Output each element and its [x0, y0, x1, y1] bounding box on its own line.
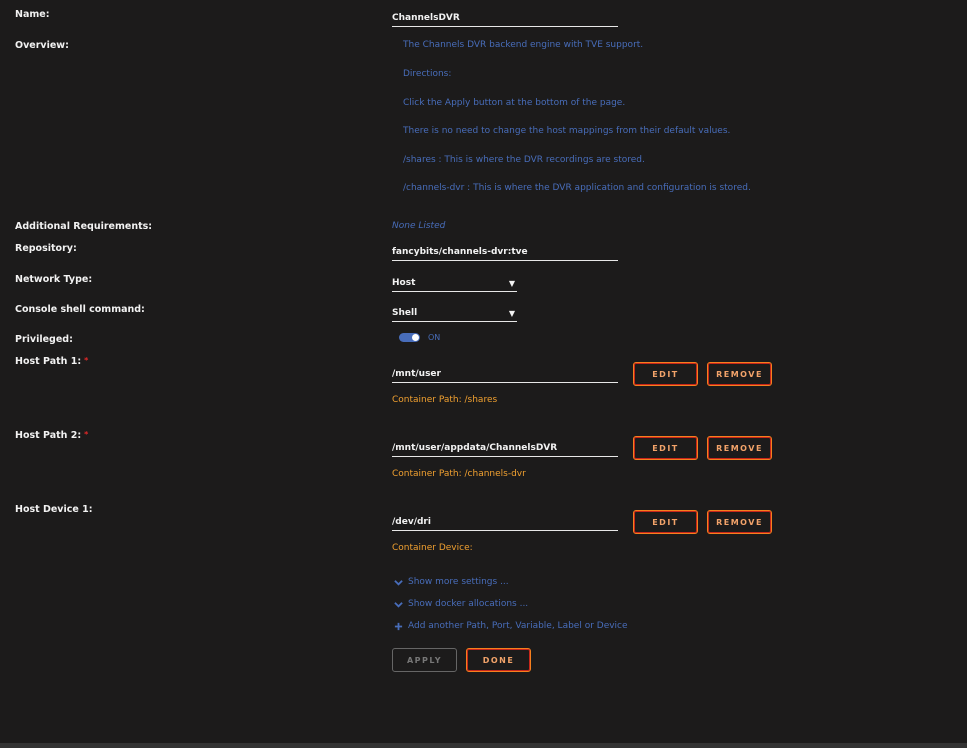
host-path-1-label-text: Host Path 1: [15, 356, 82, 367]
toggle-knob [412, 334, 419, 341]
network-type-value: Host [392, 278, 416, 288]
repository-input[interactable]: fancybits/channels-dvr:tve [392, 244, 618, 261]
overview-line: /channels-dvr : This is where the DVR ap… [403, 183, 751, 193]
host-path-2-label-text: Host Path 2: [15, 430, 82, 441]
network-type-label: Network Type: [15, 274, 93, 285]
additional-requirements-label: Additional Requirements: [15, 221, 153, 232]
chevron-down-icon [394, 579, 403, 586]
required-marker: * [84, 430, 89, 439]
chevron-down-icon [394, 601, 403, 608]
show-more-settings-label: Show more settings ... [408, 577, 509, 587]
host-device-1-container: Container Device: [392, 543, 473, 553]
host-path-1-label: Host Path 1: * [15, 356, 88, 367]
console-shell-label: Console shell command: [15, 304, 145, 315]
host-path-1-remove-button[interactable]: REMOVE [707, 362, 772, 386]
apply-button[interactable]: APPLY [392, 648, 457, 672]
privileged-state: ON [428, 333, 441, 342]
bottom-bar [0, 743, 967, 748]
add-another-label: Add another Path, Port, Variable, Label … [408, 621, 628, 631]
host-path-2-edit-button[interactable]: EDIT [633, 436, 698, 460]
overview-line: Directions: [403, 69, 452, 79]
show-more-settings-link[interactable]: Show more settings ... [394, 577, 509, 587]
host-path-1-input[interactable]: /mnt/user [392, 366, 618, 383]
host-path-2-container: Container Path: /channels-dvr [392, 469, 526, 479]
overview-line: /shares : This is where the DVR recordin… [403, 155, 645, 165]
name-input[interactable]: ChannelsDVR [392, 10, 618, 27]
dropdown-caret-icon: ▼ [508, 309, 515, 318]
overview-line: The Channels DVR backend engine with TVE… [403, 40, 644, 50]
host-path-2-label: Host Path 2: * [15, 430, 88, 441]
required-marker: * [84, 356, 89, 365]
name-label: Name: [15, 9, 50, 20]
additional-requirements-value: None Listed [392, 221, 446, 231]
console-shell-select[interactable]: Shell ▼ [392, 305, 517, 322]
dropdown-caret-icon: ▼ [508, 279, 515, 288]
overview-label: Overview: [15, 40, 69, 51]
plus-icon [394, 622, 403, 630]
host-path-1-container: Container Path: /shares [392, 395, 498, 405]
done-button[interactable]: DONE [466, 648, 531, 672]
repository-label: Repository: [15, 243, 77, 254]
overview-line: There is no need to change the host mapp… [403, 126, 731, 136]
host-device-1-remove-button[interactable]: REMOVE [707, 510, 772, 534]
host-device-1-edit-button[interactable]: EDIT [633, 510, 698, 534]
show-docker-allocations-label: Show docker allocations ... [408, 599, 529, 609]
host-path-2-input[interactable]: /mnt/user/appdata/ChannelsDVR [392, 440, 618, 457]
host-path-2-remove-button[interactable]: REMOVE [707, 436, 772, 460]
host-path-1-edit-button[interactable]: EDIT [633, 362, 698, 386]
privileged-toggle[interactable] [399, 333, 420, 342]
network-type-select[interactable]: Host ▼ [392, 275, 517, 292]
show-docker-allocations-link[interactable]: Show docker allocations ... [394, 599, 528, 609]
overview-line: Click the Apply button at the bottom of … [403, 98, 626, 108]
host-device-1-label: Host Device 1: [15, 504, 93, 515]
privileged-label: Privileged: [15, 334, 73, 345]
add-another-link[interactable]: Add another Path, Port, Variable, Label … [394, 621, 628, 631]
console-shell-value: Shell [392, 308, 418, 318]
host-device-1-input[interactable]: /dev/dri [392, 514, 618, 531]
